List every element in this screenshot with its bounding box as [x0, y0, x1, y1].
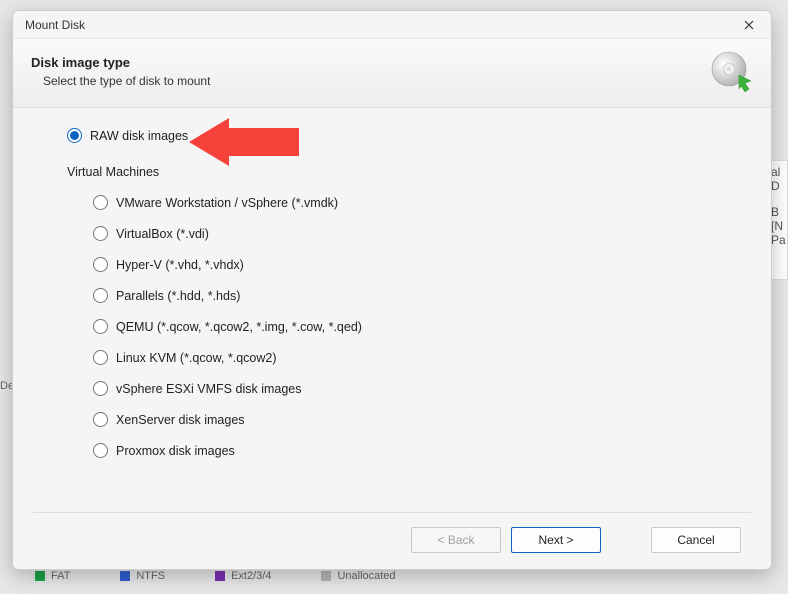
- radio-xenserver[interactable]: XenServer disk images: [93, 412, 737, 427]
- legend-swatch: [35, 571, 45, 581]
- radio-label-raw[interactable]: RAW disk images: [90, 129, 188, 143]
- dialog-footer: < Back Next > Cancel: [33, 512, 751, 569]
- radio-label[interactable]: vSphere ESXi VMFS disk images: [116, 382, 302, 396]
- radio-label[interactable]: Parallels (*.hdd, *.hds): [116, 289, 240, 303]
- disk-mount-icon: [709, 49, 753, 93]
- radio-qemu[interactable]: QEMU (*.qcow, *.qcow2, *.img, *.cow, *.q…: [93, 319, 737, 334]
- legend-item-ntfs: NTFS: [120, 570, 165, 582]
- radio-esxi-vmfs[interactable]: vSphere ESXi VMFS disk images: [93, 381, 737, 396]
- radio-label[interactable]: Proxmox disk images: [116, 444, 235, 458]
- legend-swatch: [120, 571, 130, 581]
- radio-label[interactable]: XenServer disk images: [116, 413, 245, 427]
- close-icon: [744, 20, 754, 30]
- vm-options-group: VMware Workstation / vSphere (*.vmdk) Vi…: [67, 195, 737, 458]
- legend-swatch: [321, 571, 331, 581]
- radio-input[interactable]: [93, 195, 108, 210]
- radio-label[interactable]: Linux KVM (*.qcow, *.qcow2): [116, 351, 277, 365]
- radio-input-raw[interactable]: [67, 128, 82, 143]
- radio-input[interactable]: [93, 381, 108, 396]
- radio-parallels[interactable]: Parallels (*.hdd, *.hds): [93, 288, 737, 303]
- page-subtitle: Select the type of disk to mount: [43, 74, 210, 88]
- radio-input[interactable]: [93, 226, 108, 241]
- radio-label[interactable]: VMware Workstation / vSphere (*.vmdk): [116, 196, 338, 210]
- radio-label[interactable]: Hyper-V (*.vhd, *.vhdx): [116, 258, 244, 272]
- mount-disk-dialog: Mount Disk Disk image type Select the ty…: [12, 10, 772, 570]
- close-button[interactable]: [735, 14, 763, 36]
- page-title: Disk image type: [31, 55, 210, 70]
- radio-input[interactable]: [93, 257, 108, 272]
- legend-item-ext: Ext2/3/4: [215, 570, 271, 582]
- radio-vmware[interactable]: VMware Workstation / vSphere (*.vmdk): [93, 195, 737, 210]
- wizard-header: Disk image type Select the type of disk …: [13, 39, 771, 108]
- radio-hyperv[interactable]: Hyper-V (*.vhd, *.vhdx): [93, 257, 737, 272]
- legend-swatch: [215, 571, 225, 581]
- radio-input[interactable]: [93, 412, 108, 427]
- radio-label[interactable]: VirtualBox (*.vdi): [116, 227, 209, 241]
- radio-proxmox[interactable]: Proxmox disk images: [93, 443, 737, 458]
- radio-input[interactable]: [93, 319, 108, 334]
- radio-raw-disk-images[interactable]: RAW disk images: [67, 128, 737, 143]
- radio-input[interactable]: [93, 288, 108, 303]
- radio-linux-kvm[interactable]: Linux KVM (*.qcow, *.qcow2): [93, 350, 737, 365]
- cancel-button[interactable]: Cancel: [651, 527, 741, 553]
- legend-item-unallocated: Unallocated: [321, 570, 395, 582]
- radio-input[interactable]: [93, 443, 108, 458]
- dialog-body: RAW disk images Virtual Machines VMware …: [13, 108, 771, 512]
- section-heading-virtual-machines: Virtual Machines: [67, 165, 737, 179]
- next-button[interactable]: Next >: [511, 527, 601, 553]
- radio-label[interactable]: QEMU (*.qcow, *.qcow2, *.img, *.cow, *.q…: [116, 320, 362, 334]
- legend-item-fat: FAT: [35, 570, 70, 582]
- radio-virtualbox[interactable]: VirtualBox (*.vdi): [93, 226, 737, 241]
- titlebar: Mount Disk: [13, 11, 771, 39]
- window-title: Mount Disk: [25, 18, 85, 32]
- radio-input[interactable]: [93, 350, 108, 365]
- filesystem-legend: FAT NTFS Ext2/3/4 Unallocated: [35, 570, 396, 582]
- back-button[interactable]: < Back: [411, 527, 501, 553]
